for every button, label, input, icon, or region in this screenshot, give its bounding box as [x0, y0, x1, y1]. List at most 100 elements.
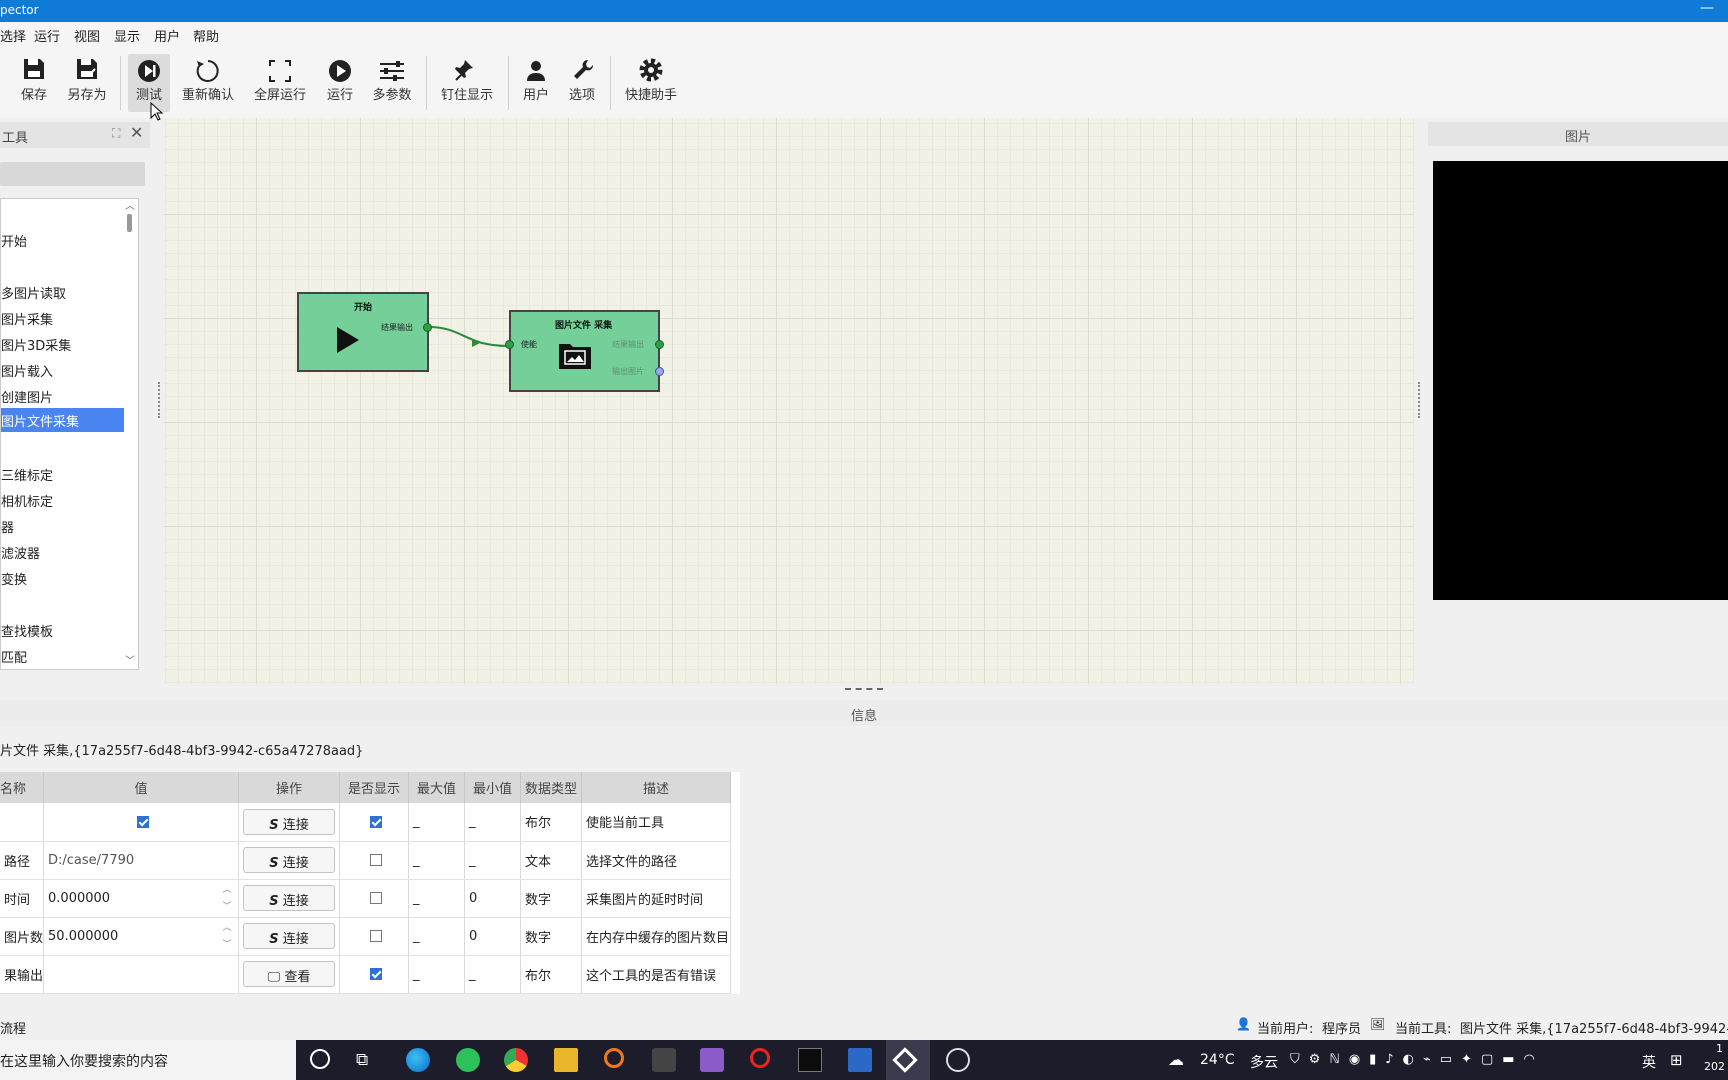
table-row: 图片数 50.000000 ︿ ﹀ S 连接 _ 0 数字 在内存中缓存的图片数目 — [0, 917, 732, 956]
wechat-icon[interactable] — [456, 1048, 480, 1072]
quick-helper-button[interactable]: 快捷助手 — [620, 54, 682, 112]
tool-item-image-file-acquire[interactable]: 图片文件采集 — [1, 408, 124, 432]
fullscreen-run-button[interactable]: 全屏运行 — [252, 54, 308, 112]
enable-value-checkbox[interactable] — [137, 815, 150, 828]
multi-params-button[interactable]: 多参数 — [368, 54, 416, 112]
chrome-icon[interactable] — [504, 1048, 528, 1072]
file-node-image-port[interactable] — [655, 367, 664, 376]
tool-item-device[interactable]: 器 — [1, 517, 14, 536]
row-type: 数字 — [520, 917, 583, 956]
table-row: 时间 0.000000 ︿ ﹀ S 连接 _ 0 数字 采集图片的延时时间 — [0, 879, 732, 918]
connect-button[interactable]: S 连接 — [243, 808, 336, 835]
tool-item-filter[interactable]: 滤波器 — [1, 543, 40, 562]
current-user-label: 当前用户: — [1257, 1022, 1314, 1037]
splitter-handle[interactable] — [1418, 382, 1420, 418]
row-desc: 采集图片的延时时间 — [581, 879, 732, 918]
file-node-enable-port[interactable] — [505, 340, 514, 349]
file-node-output-port[interactable] — [655, 340, 664, 349]
tool-item-image-load[interactable]: 图片载入 — [1, 361, 53, 380]
cortana-icon[interactable] — [310, 1049, 330, 1069]
save-button[interactable]: 保存 — [16, 54, 52, 112]
tool-item-find-template[interactable]: 查找模板 — [1, 621, 53, 640]
tool-item-transform[interactable]: 变换 — [1, 569, 27, 588]
options-button[interactable]: 选项 — [564, 54, 600, 112]
edge-browser-icon[interactable] — [406, 1048, 430, 1072]
user-button[interactable]: 用户 — [518, 54, 554, 112]
file-node-image-label: 输出图片 — [612, 367, 644, 376]
spin-up-icon[interactable]: ︿ — [220, 883, 234, 897]
tool-item-image-3d-acquire[interactable]: 图片3D采集 — [1, 335, 71, 354]
keyboard-icon[interactable]: ⊞ — [1670, 1051, 1683, 1069]
taskbar-search-input[interactable]: 在这里输入你要搜索的内容 — [0, 1040, 296, 1080]
buffer-count-spinbox[interactable]: 50.000000 ︿ ﹀ — [43, 917, 240, 956]
menu-run[interactable]: 运行 — [34, 26, 60, 45]
tool-item-match[interactable]: 匹配 — [1, 647, 27, 666]
scroll-up-icon[interactable]: ︿ — [125, 197, 135, 212]
tool-item-start[interactable]: 开始 — [1, 231, 27, 250]
start-node-output-port[interactable] — [423, 323, 432, 332]
image-view[interactable] — [1433, 161, 1728, 600]
file-explorer-icon[interactable] — [554, 1048, 578, 1072]
path-value-field[interactable]: D:/case/7790 — [43, 841, 240, 880]
show-checkbox[interactable] — [370, 930, 383, 942]
powershell-icon[interactable] — [848, 1048, 872, 1072]
view-button[interactable]: 🖵 查看 — [243, 961, 336, 987]
menu-select[interactable]: 选择 — [0, 26, 26, 45]
start-node[interactable]: 开始 结果输出 — [297, 292, 432, 372]
menu-help[interactable]: 帮助 — [193, 26, 219, 45]
show-checkbox[interactable] — [370, 815, 383, 828]
spin-down-icon[interactable]: ﹀ — [220, 938, 234, 952]
obs-icon[interactable] — [946, 1048, 970, 1072]
app-red-icon[interactable] — [750, 1048, 770, 1068]
table-row: 果输出 🖵 查看 _ _ 布尔 这个工具的是否有错误 — [0, 955, 732, 994]
app-icon[interactable] — [652, 1048, 676, 1072]
task-view-icon[interactable]: ⧉ — [356, 1050, 368, 1070]
search-tool-icon[interactable] — [604, 1048, 624, 1068]
image-file-acquire-node[interactable]: 图片文件 采集 使能 结果输出 输出图片 — [505, 310, 664, 392]
terminal-icon[interactable] — [798, 1048, 822, 1072]
refresh-icon — [196, 60, 219, 82]
close-panel-icon[interactable]: ✕ — [130, 123, 143, 142]
connect-button[interactable]: S 连接 — [243, 923, 336, 949]
save-as-button[interactable]: 另存为 — [64, 54, 110, 112]
tool-item-create-image[interactable]: 创建图片 — [1, 387, 53, 406]
flow-canvas[interactable]: 开始 结果输出 图片文件 采集 使能 结果输出 输出图片 — [164, 118, 1414, 684]
spin-up-icon[interactable]: ︿ — [220, 921, 234, 935]
clock-time: 1 — [1716, 1042, 1723, 1055]
float-panel-icon[interactable]: ⛶ — [112, 126, 120, 141]
menu-view[interactable]: 视图 — [74, 26, 100, 45]
show-checkbox[interactable] — [370, 892, 383, 904]
splitter-handle[interactable] — [158, 382, 160, 418]
tool-item-3d-calibration[interactable]: 三维标定 — [1, 465, 53, 484]
tool-item-camera-calibration[interactable]: 相机标定 — [1, 491, 53, 510]
reconfirm-button[interactable]: 重新确认 — [180, 54, 236, 112]
spin-down-icon[interactable]: ﹀ — [220, 900, 234, 914]
mouse-cursor-icon — [150, 102, 164, 121]
menu-user[interactable]: 用户 — [154, 26, 180, 45]
visual-studio-icon[interactable] — [700, 1048, 724, 1072]
menu-display[interactable]: 显示 — [114, 26, 140, 45]
scroll-down-icon[interactable]: ﹀ — [125, 652, 135, 667]
run-button[interactable]: 运行 — [322, 54, 358, 112]
scroll-thumb[interactable] — [127, 214, 132, 232]
pin-display-button[interactable]: 钉住显示 — [436, 54, 498, 112]
connect-button[interactable]: S 连接 — [243, 847, 336, 873]
row-max: _ — [408, 841, 466, 880]
tool-list-scrollbar[interactable]: ︿ ﹀ — [122, 200, 138, 668]
tool-item-multi-image-read[interactable]: 多图片读取 — [1, 283, 66, 302]
toolbar-separator — [610, 56, 611, 110]
delay-spinbox[interactable]: 0.000000 ︿ ﹀ — [43, 879, 240, 918]
horizontal-splitter[interactable] — [845, 688, 883, 690]
show-checkbox[interactable] — [370, 854, 383, 866]
connect-button[interactable]: S 连接 — [243, 885, 336, 911]
tool-item-image-acquire[interactable]: 图片采集 — [1, 309, 53, 328]
tool-list: 开始 多图片读取 图片采集 图片3D采集 图片载入 创建图片 图片文件采集 三维… — [0, 198, 139, 670]
minimize-button[interactable]: — — [1700, 0, 1714, 16]
status-bar: 流程 👤 当前用户: 程序员 🖼 当前工具: 图片文件 采集,{17a255f7… — [0, 1014, 1728, 1038]
tray-icons[interactable]: ⛉⚙ℕ◉▮♪◐⌁▭✦▢▬◠ — [1290, 1052, 1544, 1067]
row-type: 文本 — [520, 841, 583, 880]
tool-search-input[interactable] — [0, 162, 145, 186]
show-checkbox[interactable] — [370, 968, 383, 980]
ime-indicator[interactable]: 英 — [1642, 1052, 1656, 1072]
connect-link-icon: S — [269, 932, 279, 947]
